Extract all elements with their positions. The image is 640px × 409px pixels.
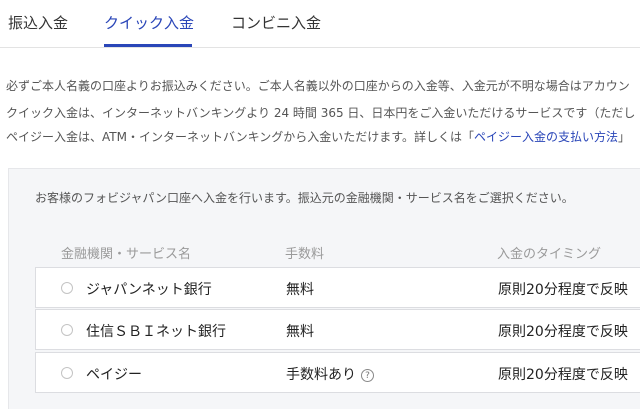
notice-payeasy-text: ペイジー入金は、ATM・インターネットバンキングから入金いただけます。詳しくは「 [6, 130, 475, 144]
bank-option-payeasy[interactable]: ペイジー 手数料あり? 原則20分程度で反映 [35, 352, 640, 393]
column-header-fee: 手数料 [285, 247, 325, 262]
bank-option-sbi[interactable]: 住信ＳＢＩネット銀行 無料 原則20分程度で反映 [35, 309, 640, 350]
notice-quick-deposit: クイック入金は、インターネットバンキングより 24 時間 365 日、日本円をご… [6, 106, 636, 120]
timing-value: 原則20分程度で反映 [498, 367, 628, 383]
panel-description: お客様のフォビジャパン口座へ入金を行います。振込元の金融機関・サービス名をご選択… [35, 191, 574, 205]
bank-name: 住信ＳＢＩネット銀行 [86, 324, 226, 340]
notice-payeasy: ペイジー入金は、ATM・インターネットバンキングから入金いただけます。詳しくは「… [6, 128, 630, 145]
column-header-name: 金融機関・サービス名 [61, 247, 192, 262]
timing-value: 原則20分程度で反映 [498, 282, 628, 298]
bank-name: ジャパンネット銀行 [86, 282, 212, 298]
bank-name: ペイジー [86, 367, 142, 383]
bank-option-japannet[interactable]: ジャパンネット銀行 無料 原則20分程度で反映 [35, 267, 640, 308]
fee-cell: 手数料あり? [286, 364, 374, 384]
radio-button[interactable] [61, 324, 73, 336]
radio-button[interactable] [61, 282, 73, 294]
tab-bank-transfer[interactable]: 振込入金 [8, 12, 68, 33]
payeasy-method-link[interactable]: ペイジー入金の支払い方法 [474, 130, 618, 144]
fee-value: 無料 [286, 324, 314, 340]
tab-convenience-store[interactable]: コンビニ入金 [231, 12, 321, 33]
radio-button[interactable] [61, 367, 73, 379]
bank-selection-panel: お客様のフォビジャパン口座へ入金を行います。振込元の金融機関・サービス名をご選択… [8, 168, 640, 409]
active-tab-indicator [104, 44, 192, 47]
deposit-tabs: 振込入金 クイック入金 コンビニ入金 [0, 0, 640, 48]
fee-value: 無料 [286, 282, 314, 298]
fee-value: 手数料あり [286, 367, 356, 383]
notice-payeasy-suffix: 」 [618, 130, 631, 144]
notice-own-account: 必ずご本人名義の口座よりお振込みください。ご本人名義以外の口座からの入金等、入金… [6, 79, 630, 93]
timing-value: 原則20分程度で反映 [498, 324, 628, 340]
column-header-timing: 入金のタイミング [497, 247, 602, 262]
tab-quick-deposit[interactable]: クイック入金 [104, 12, 194, 33]
help-icon[interactable]: ? [361, 369, 374, 382]
